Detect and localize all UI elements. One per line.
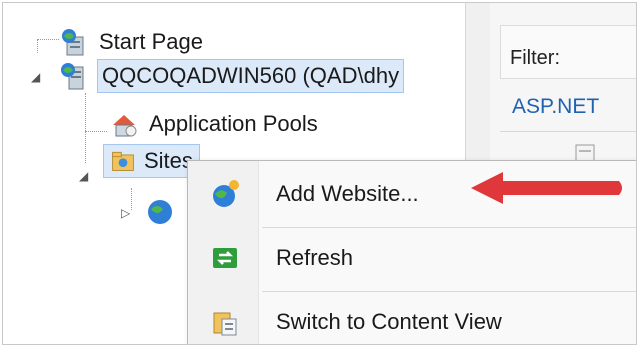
annotation-arrow-icon — [471, 172, 622, 204]
iis-manager-window: Start Page ◢ QQCOQADWIN560 (QAD\dhy Appl… — [2, 2, 637, 345]
tree-node-application-pools[interactable]: Application Pools — [109, 107, 318, 141]
tree-connector — [85, 131, 107, 132]
selected-node-highlight: Sites — [103, 144, 200, 178]
aspnet-group-header[interactable]: ASP.NET — [512, 95, 599, 119]
sites-folder-icon — [112, 151, 134, 171]
tree-node-label: Application Pools — [149, 111, 318, 136]
tree-connector — [37, 39, 38, 53]
tree-node-sites[interactable]: Sites — [103, 144, 200, 178]
menu-item-refresh[interactable]: Refresh — [188, 229, 636, 289]
expand-triangle-icon[interactable]: ▷ — [121, 206, 130, 220]
tree-node-label: QQCOQADWIN560 (QAD\dhy — [97, 59, 405, 93]
filter-label: Filter: — [510, 47, 560, 69]
collapse-triangle-icon[interactable]: ◢ — [79, 169, 88, 183]
tree-node-label: Sites — [144, 148, 193, 173]
tree-node-start-page[interactable]: Start Page — [59, 25, 203, 59]
menu-separator — [262, 291, 636, 292]
tree-connector — [131, 188, 132, 210]
refresh-icon — [213, 248, 237, 268]
divider — [500, 131, 636, 132]
tree-connector — [37, 39, 59, 40]
add-website-globe-icon — [213, 180, 239, 207]
application-pools-icon — [113, 115, 137, 137]
menu-item-label: Switch to Content View — [276, 309, 502, 334]
tree-node-server[interactable]: QQCOQADWIN560 (QAD\dhy — [59, 59, 405, 93]
menu-item-switch-to-content-view[interactable]: Switch to Content View — [188, 293, 636, 344]
tree-connector — [85, 93, 86, 163]
collapse-triangle-icon[interactable]: ◢ — [31, 70, 40, 84]
content-view-icon — [213, 312, 237, 336]
menu-item-label: Add Website... — [276, 181, 419, 206]
tree-node-label: Start Page — [99, 29, 203, 54]
website-globe-icon[interactable] — [145, 197, 175, 227]
start-page-icon — [62, 29, 84, 56]
server-icon — [61, 63, 84, 90]
menu-separator — [262, 227, 636, 228]
menu-item-label: Refresh — [276, 245, 354, 270]
